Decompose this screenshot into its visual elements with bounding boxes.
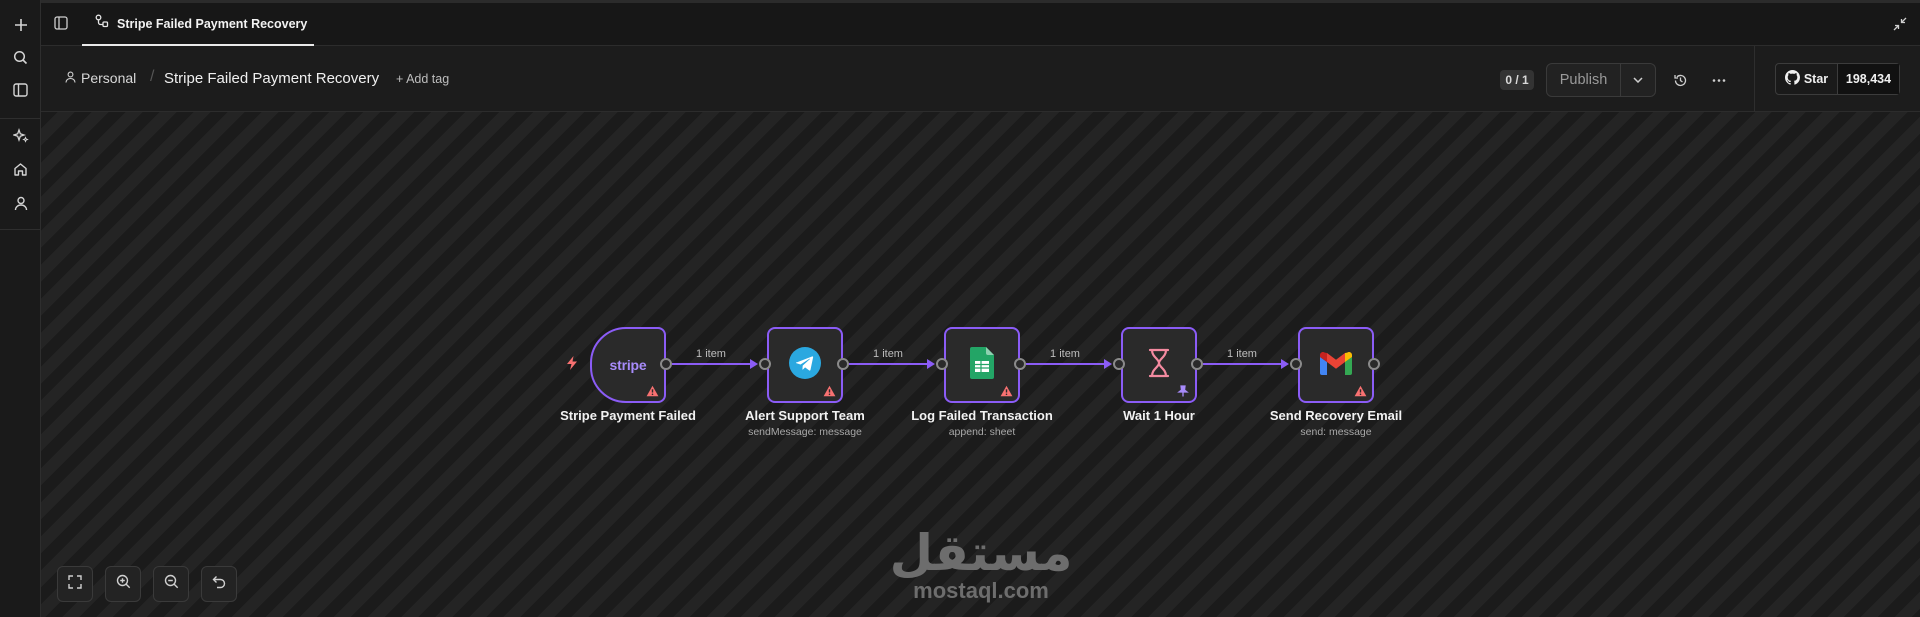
connection-edge[interactable] bbox=[1203, 363, 1281, 365]
connection-edge[interactable] bbox=[1026, 363, 1104, 365]
edge-label: 1 item bbox=[1227, 348, 1257, 360]
zoom-out-button[interactable] bbox=[153, 566, 189, 602]
tab-bar: Stripe Failed Payment Recovery bbox=[41, 0, 1920, 46]
github-star-button[interactable]: Star 198,434 bbox=[1775, 63, 1900, 95]
edge-arrowhead bbox=[927, 359, 935, 369]
sidebar-toggle-icon[interactable] bbox=[54, 16, 70, 32]
github-star[interactable]: Star bbox=[1776, 64, 1838, 94]
rail-divider bbox=[0, 118, 41, 119]
node-title: Alert Support Team bbox=[745, 408, 865, 423]
expand-icon bbox=[68, 574, 82, 594]
node-stripe-payment-failed[interactable]: stripe bbox=[590, 327, 666, 403]
edge-label: 1 item bbox=[1050, 348, 1080, 360]
zoom-in-button[interactable] bbox=[105, 566, 141, 602]
sparkles-icon[interactable] bbox=[10, 125, 31, 146]
input-handle[interactable] bbox=[936, 358, 948, 370]
edge-arrowhead bbox=[1104, 359, 1112, 369]
left-rail bbox=[0, 0, 41, 617]
rail-divider bbox=[0, 229, 41, 230]
breadcrumb-project[interactable]: Personal bbox=[65, 70, 136, 86]
user-icon[interactable] bbox=[10, 193, 31, 214]
breadcrumb-separator: / bbox=[150, 68, 155, 85]
node-wait-1-hour[interactable] bbox=[1121, 327, 1197, 403]
undo-icon bbox=[212, 575, 226, 594]
trigger-bolt-icon bbox=[565, 355, 579, 371]
workflow-canvas[interactable]: stripe Stripe Payment Failed Alert Suppo… bbox=[41, 112, 1920, 617]
hourglass-icon bbox=[1147, 348, 1171, 383]
active-counter-badge: 0 / 1 bbox=[1500, 70, 1534, 90]
node-alert-support-team[interactable] bbox=[767, 327, 843, 403]
node-title: Stripe Payment Failed bbox=[560, 408, 696, 423]
warning-icon bbox=[1354, 384, 1367, 397]
add-tag-button[interactable]: + Add tag bbox=[396, 72, 449, 86]
collapse-icon[interactable] bbox=[1893, 17, 1907, 31]
github-icon bbox=[1784, 70, 1800, 88]
watermark-text: mostaql.com bbox=[913, 578, 1049, 603]
home-icon[interactable] bbox=[10, 159, 31, 180]
search-icon[interactable] bbox=[10, 47, 31, 68]
input-handle[interactable] bbox=[759, 358, 771, 370]
tab-workflow[interactable]: Stripe Failed Payment Recovery bbox=[82, 3, 314, 46]
warning-icon bbox=[646, 384, 659, 397]
input-handle[interactable] bbox=[1290, 358, 1302, 370]
node-subtitle: sendMessage: message bbox=[748, 426, 862, 438]
output-handle[interactable] bbox=[1014, 358, 1026, 370]
connection-edge[interactable] bbox=[672, 363, 750, 365]
input-handle[interactable] bbox=[1113, 358, 1125, 370]
output-handle[interactable] bbox=[660, 358, 672, 370]
output-handle[interactable] bbox=[1191, 358, 1203, 370]
edge-label: 1 item bbox=[696, 348, 726, 360]
workflow-icon bbox=[95, 14, 109, 33]
output-handle[interactable] bbox=[1368, 358, 1380, 370]
pin-icon bbox=[1177, 384, 1190, 397]
node-send-recovery-email[interactable] bbox=[1298, 327, 1374, 403]
tab-title: Stripe Failed Payment Recovery bbox=[117, 16, 308, 31]
undo-button[interactable] bbox=[201, 566, 237, 602]
edge-arrowhead bbox=[750, 359, 758, 369]
workflow-header: Personal / Stripe Failed Payment Recover… bbox=[41, 46, 1920, 112]
stripe-logo: stripe bbox=[609, 357, 647, 373]
warning-icon bbox=[823, 384, 836, 397]
node-title: Send Recovery Email bbox=[1269, 408, 1403, 423]
node-title: Log Failed Transaction bbox=[911, 408, 1053, 423]
header-divider bbox=[1754, 46, 1755, 112]
node-log-failed-transaction[interactable] bbox=[944, 327, 1020, 403]
user-icon bbox=[65, 70, 76, 86]
edge-label: 1 item bbox=[873, 348, 903, 360]
node-subtitle: append: sheet bbox=[948, 426, 1016, 438]
node-subtitle: send: message bbox=[1300, 426, 1372, 438]
github-star-label: Star bbox=[1803, 72, 1829, 86]
history-icon[interactable] bbox=[1673, 73, 1688, 88]
zoom-in-icon bbox=[116, 574, 131, 594]
google-sheets-icon bbox=[970, 346, 994, 384]
output-handle[interactable] bbox=[837, 358, 849, 370]
publish-button-group: Publish bbox=[1546, 63, 1656, 97]
plus-icon[interactable] bbox=[10, 14, 31, 35]
connection-edge[interactable] bbox=[849, 363, 927, 365]
warning-icon bbox=[1000, 384, 1013, 397]
zoom-out-icon bbox=[164, 574, 179, 594]
workflow-title[interactable]: Stripe Failed Payment Recovery bbox=[164, 70, 379, 87]
watermark-logo: مستقل bbox=[889, 524, 1073, 582]
edge-arrowhead bbox=[1281, 359, 1289, 369]
telegram-icon bbox=[789, 346, 821, 384]
node-title: Wait 1 Hour bbox=[1123, 408, 1195, 423]
project-name: Personal bbox=[81, 70, 137, 86]
panel-icon[interactable] bbox=[10, 79, 31, 100]
github-star-count: 198,434 bbox=[1838, 64, 1899, 94]
fit-view-button[interactable] bbox=[57, 566, 93, 602]
chevron-down-icon[interactable] bbox=[1621, 64, 1655, 96]
gmail-icon bbox=[1320, 351, 1352, 380]
publish-button[interactable]: Publish bbox=[1547, 64, 1621, 96]
more-options-icon[interactable] bbox=[1711, 73, 1727, 88]
